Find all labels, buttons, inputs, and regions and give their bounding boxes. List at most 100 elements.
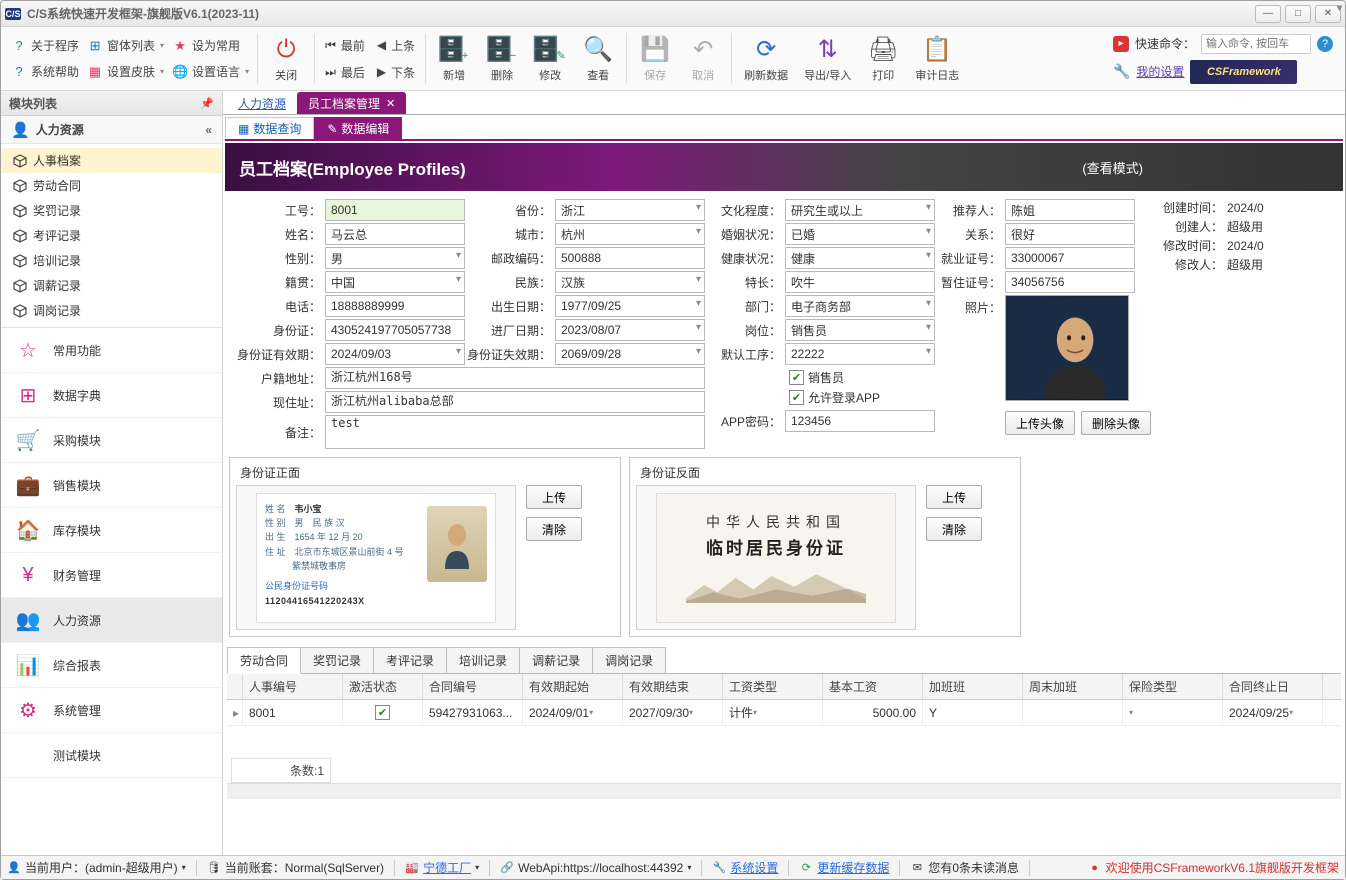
upload-photo-button[interactable]: 上传头像 [1005, 411, 1075, 435]
col-保险类型[interactable]: 保险类型 [1123, 674, 1223, 699]
field-户籍地址：[interactable]: 浙江杭州168号 [325, 367, 705, 389]
tree-人事档案[interactable]: 人事档案 [1, 148, 222, 173]
clear-back-button[interactable]: 清除 [926, 517, 982, 541]
nav-last[interactable]: ⏭最后 [319, 62, 371, 83]
btab-考评记录[interactable]: 考评记录 [373, 647, 447, 673]
col-激活状态[interactable]: 激活状态 [343, 674, 423, 699]
field-邮政编码：[interactable] [555, 247, 705, 269]
btab-奖罚记录[interactable]: 奖罚记录 [300, 647, 374, 673]
field-姓名：[interactable] [325, 223, 465, 245]
cell-加班班[interactable]: Y [923, 700, 1023, 725]
field-出生日期：[interactable] [555, 295, 705, 317]
h-scrollbar[interactable] [227, 783, 1341, 799]
nav-采购模块[interactable]: 🛒采购模块 [1, 418, 222, 463]
col-有效期结束[interactable]: 有效期结束 [623, 674, 723, 699]
clear-front-button[interactable]: 清除 [526, 517, 582, 541]
field-暂住证号：[interactable] [1005, 271, 1135, 293]
minimize-button[interactable]: — [1255, 5, 1281, 23]
delete-photo-button[interactable]: 删除头像 [1081, 411, 1151, 435]
sb-cache[interactable]: ⟳更新缓存数据 [799, 859, 889, 876]
field-文化程度：[interactable] [785, 199, 935, 221]
maximize-button[interactable]: □ [1285, 5, 1311, 23]
set-skin-button[interactable]: ▦设置皮肤▾ [83, 61, 168, 83]
field-电话：[interactable] [325, 295, 465, 317]
field-民族：[interactable] [555, 271, 705, 293]
col-基本工资[interactable]: 基本工资 [823, 674, 923, 699]
nav-prev[interactable]: ◀上条 [371, 35, 421, 56]
col-合同终止日[interactable]: 合同终止日 [1223, 674, 1323, 699]
field-特长：[interactable] [785, 271, 935, 293]
cell-基本工资[interactable]: 5000.00 [823, 700, 923, 725]
col-人事编号[interactable]: 人事编号 [243, 674, 343, 699]
nav-first[interactable]: ⏮最前 [319, 35, 371, 56]
tb-删除[interactable]: 🗄️−删除 [478, 33, 526, 85]
chk-salesperson[interactable]: 销售员 [789, 369, 935, 386]
tree-奖罚记录[interactable]: 奖罚记录 [1, 198, 222, 223]
cell-有效期起始[interactable]: 2024/09/01 ▾ [523, 700, 623, 725]
close-window-button[interactable]: ✕ [1315, 5, 1341, 23]
cell-合同终止日[interactable]: 2024/09/25 ▾ [1223, 700, 1323, 725]
field-推荐人：[interactable] [1005, 199, 1135, 221]
nav-数据字典[interactable]: ⊞数据字典 [1, 373, 222, 418]
tb-审计日志[interactable]: 📋审计日志 [907, 33, 967, 85]
system-help-button[interactable]: ?系统帮助 [7, 61, 83, 83]
field-就业证号：[interactable] [1005, 247, 1135, 269]
chk-allow-app[interactable]: 允许登录APP [789, 389, 935, 406]
field-城市：[interactable] [555, 223, 705, 245]
info-icon[interactable]: ? [1317, 36, 1333, 52]
nav-next[interactable]: ▶下条 [371, 62, 421, 83]
col-合同编号[interactable]: 合同编号 [423, 674, 523, 699]
tb-导出/导入[interactable]: ⇅导出/导入 [796, 33, 859, 85]
nav-系统管理[interactable]: ⚙系统管理 [1, 688, 222, 733]
btab-劳动合同[interactable]: 劳动合同 [227, 647, 301, 674]
tb-新增[interactable]: 🗄️+新增 [430, 33, 478, 85]
set-language-button[interactable]: 🌐设置语言▾ [168, 61, 253, 83]
tree-考评记录[interactable]: 考评记录 [1, 223, 222, 248]
field-工号：[interactable] [325, 199, 465, 221]
nav-常用功能[interactable]: ☆常用功能 [1, 328, 222, 373]
btab-培训记录[interactable]: 培训记录 [446, 647, 520, 673]
nav-销售模块[interactable]: 💼销售模块 [1, 463, 222, 508]
col-周末加班[interactable]: 周末加班 [1023, 674, 1123, 699]
field-性别：[interactable] [325, 247, 465, 269]
sb-msg[interactable]: ✉您有0条未读消息 [910, 859, 1019, 876]
tree-劳动合同[interactable]: 劳动合同 [1, 173, 222, 198]
tb-刷新数据[interactable]: ⟳刷新数据 [736, 33, 796, 85]
tree-调岗记录[interactable]: 调岗记录 [1, 298, 222, 323]
quick-cmd-input[interactable] [1201, 34, 1311, 54]
set-favorite-button[interactable]: ★设为常用 [168, 35, 244, 57]
field-现住址：[interactable]: 浙江杭州alibaba总部 [325, 391, 705, 413]
cell-有效期结束[interactable]: 2027/09/30 ▾ [623, 700, 723, 725]
col-加班班[interactable]: 加班班 [923, 674, 1023, 699]
upload-front-button[interactable]: 上传 [526, 485, 582, 509]
tb-查看[interactable]: 🔍查看 [574, 33, 622, 85]
btab-调薪记录[interactable]: 调薪记录 [519, 647, 593, 673]
subtab-数据查询[interactable]: ▦数据查询 [225, 117, 314, 139]
field-关系：[interactable] [1005, 223, 1135, 245]
nav-综合报表[interactable]: 📊综合报表 [1, 643, 222, 688]
tree-培训记录[interactable]: 培训记录 [1, 248, 222, 273]
field-进厂日期：[interactable] [555, 319, 705, 341]
tree-调薪记录[interactable]: 调薪记录 [1, 273, 222, 298]
cell-保险类型[interactable]: ▾ [1123, 700, 1223, 725]
upload-back-button[interactable]: 上传 [926, 485, 982, 509]
sidebar-category[interactable]: 👤 人力资源 « [1, 116, 222, 144]
field-健康状况：[interactable] [785, 247, 935, 269]
sb-factory[interactable]: 🏭宁德工厂 ▾ [405, 859, 479, 876]
sb-syscfg[interactable]: 🔧系统设置 [712, 859, 778, 876]
my-settings-link[interactable]: 我的设置 [1136, 63, 1184, 80]
pin-icon[interactable]: 📌 [200, 97, 214, 110]
tb-修改[interactable]: 🗄️✎修改 [526, 33, 574, 85]
field-身份证有效期：[interactable] [325, 343, 465, 365]
sb-api[interactable]: 🔗WebApi:https://localhost:44392 ▾ [500, 861, 691, 875]
cell-周末加班[interactable] [1023, 700, 1123, 725]
col-有效期起始[interactable]: 有效期起始 [523, 674, 623, 699]
field-婚姻状况：[interactable] [785, 223, 935, 245]
sb-user[interactable]: 👤当前用户：(admin-超级用户) ▾ [7, 859, 186, 876]
close-button[interactable]: ⏻关闭 [262, 33, 310, 85]
field-身份证：[interactable] [325, 319, 465, 341]
btab-调岗记录[interactable]: 调岗记录 [592, 647, 666, 673]
field-省份：[interactable] [555, 199, 705, 221]
nav-财务管理[interactable]: ¥财务管理 [1, 553, 222, 598]
tab-员工档案管理[interactable]: 员工档案管理✕ [297, 92, 406, 114]
